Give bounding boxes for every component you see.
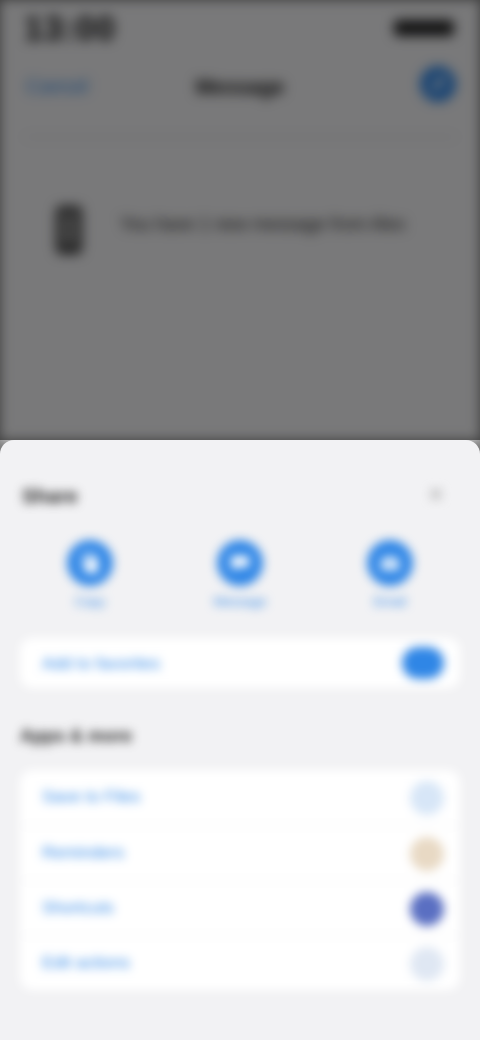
close-icon: ×: [428, 479, 444, 509]
action-email[interactable]: Email: [330, 540, 450, 609]
chat-icon: [217, 540, 263, 586]
dim-overlay[interactable]: [0, 0, 480, 440]
action-email-label: Email: [373, 594, 407, 609]
apps-list: Save to Files Reminders Shortcuts Edit a…: [20, 770, 460, 990]
reminder-icon: [410, 837, 444, 871]
shortcuts-icon: [410, 892, 444, 926]
list-item-shortcuts[interactable]: Shortcuts: [20, 880, 460, 936]
close-button[interactable]: ×: [422, 480, 450, 508]
section-title: Apps & more: [20, 726, 133, 746]
star-icon: [402, 647, 444, 679]
action-copy-label: Copy: [74, 594, 106, 609]
list-item-edit-actions[interactable]: Edit actions: [20, 935, 460, 991]
favorites-row[interactable]: Add to favorites: [20, 638, 460, 688]
list-item-reminders[interactable]: Reminders: [20, 825, 460, 881]
edit-icon: [410, 947, 444, 981]
mail-icon: [367, 540, 413, 586]
list-item-label: Save to Files: [42, 787, 141, 806]
share-sheet: Share × Copy Message Email Add to favori…: [0, 440, 480, 1040]
list-item-save-files[interactable]: Save to Files: [20, 770, 460, 825]
action-message[interactable]: Message: [180, 540, 300, 609]
folder-icon: [410, 781, 444, 815]
sheet-title: Share: [22, 486, 78, 508]
list-item-label: Shortcuts: [42, 898, 114, 917]
action-message-label: Message: [213, 594, 267, 609]
quick-actions: Copy Message Email: [0, 540, 480, 620]
sheet-content: Share × Copy Message Email Add to favori…: [0, 440, 480, 1040]
list-item-label: Edit actions: [42, 953, 130, 972]
favorites-label: Add to favorites: [42, 654, 161, 673]
action-copy[interactable]: Copy: [30, 540, 150, 609]
copy-icon: [67, 540, 113, 586]
list-item-label: Reminders: [42, 843, 125, 862]
